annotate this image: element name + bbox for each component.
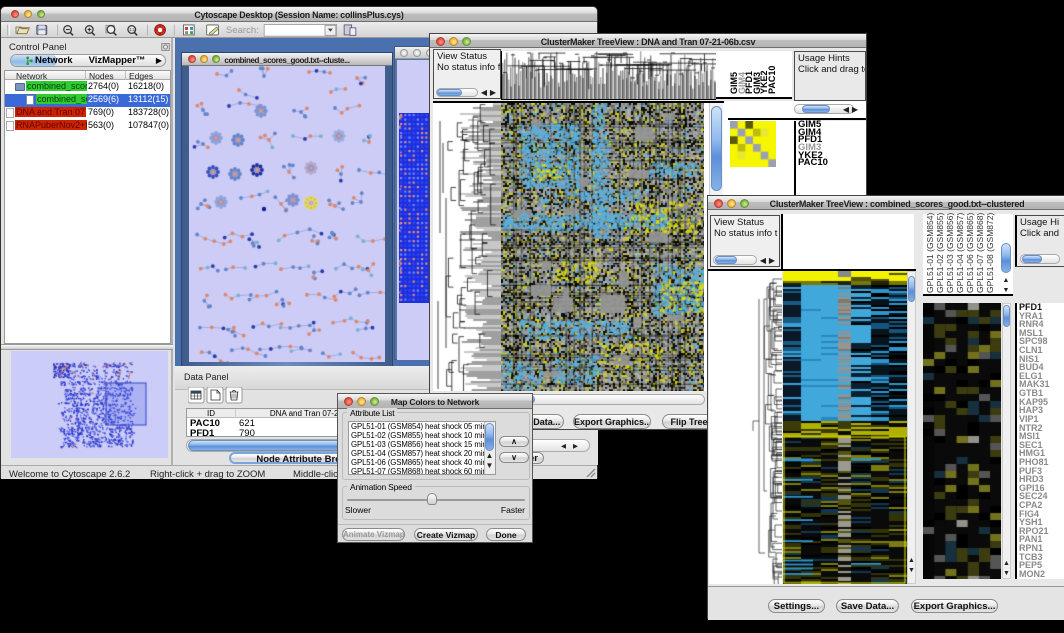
svg-text:1:1: 1:1 — [129, 27, 135, 32]
svg-text:Search:: Search: — [226, 25, 259, 36]
